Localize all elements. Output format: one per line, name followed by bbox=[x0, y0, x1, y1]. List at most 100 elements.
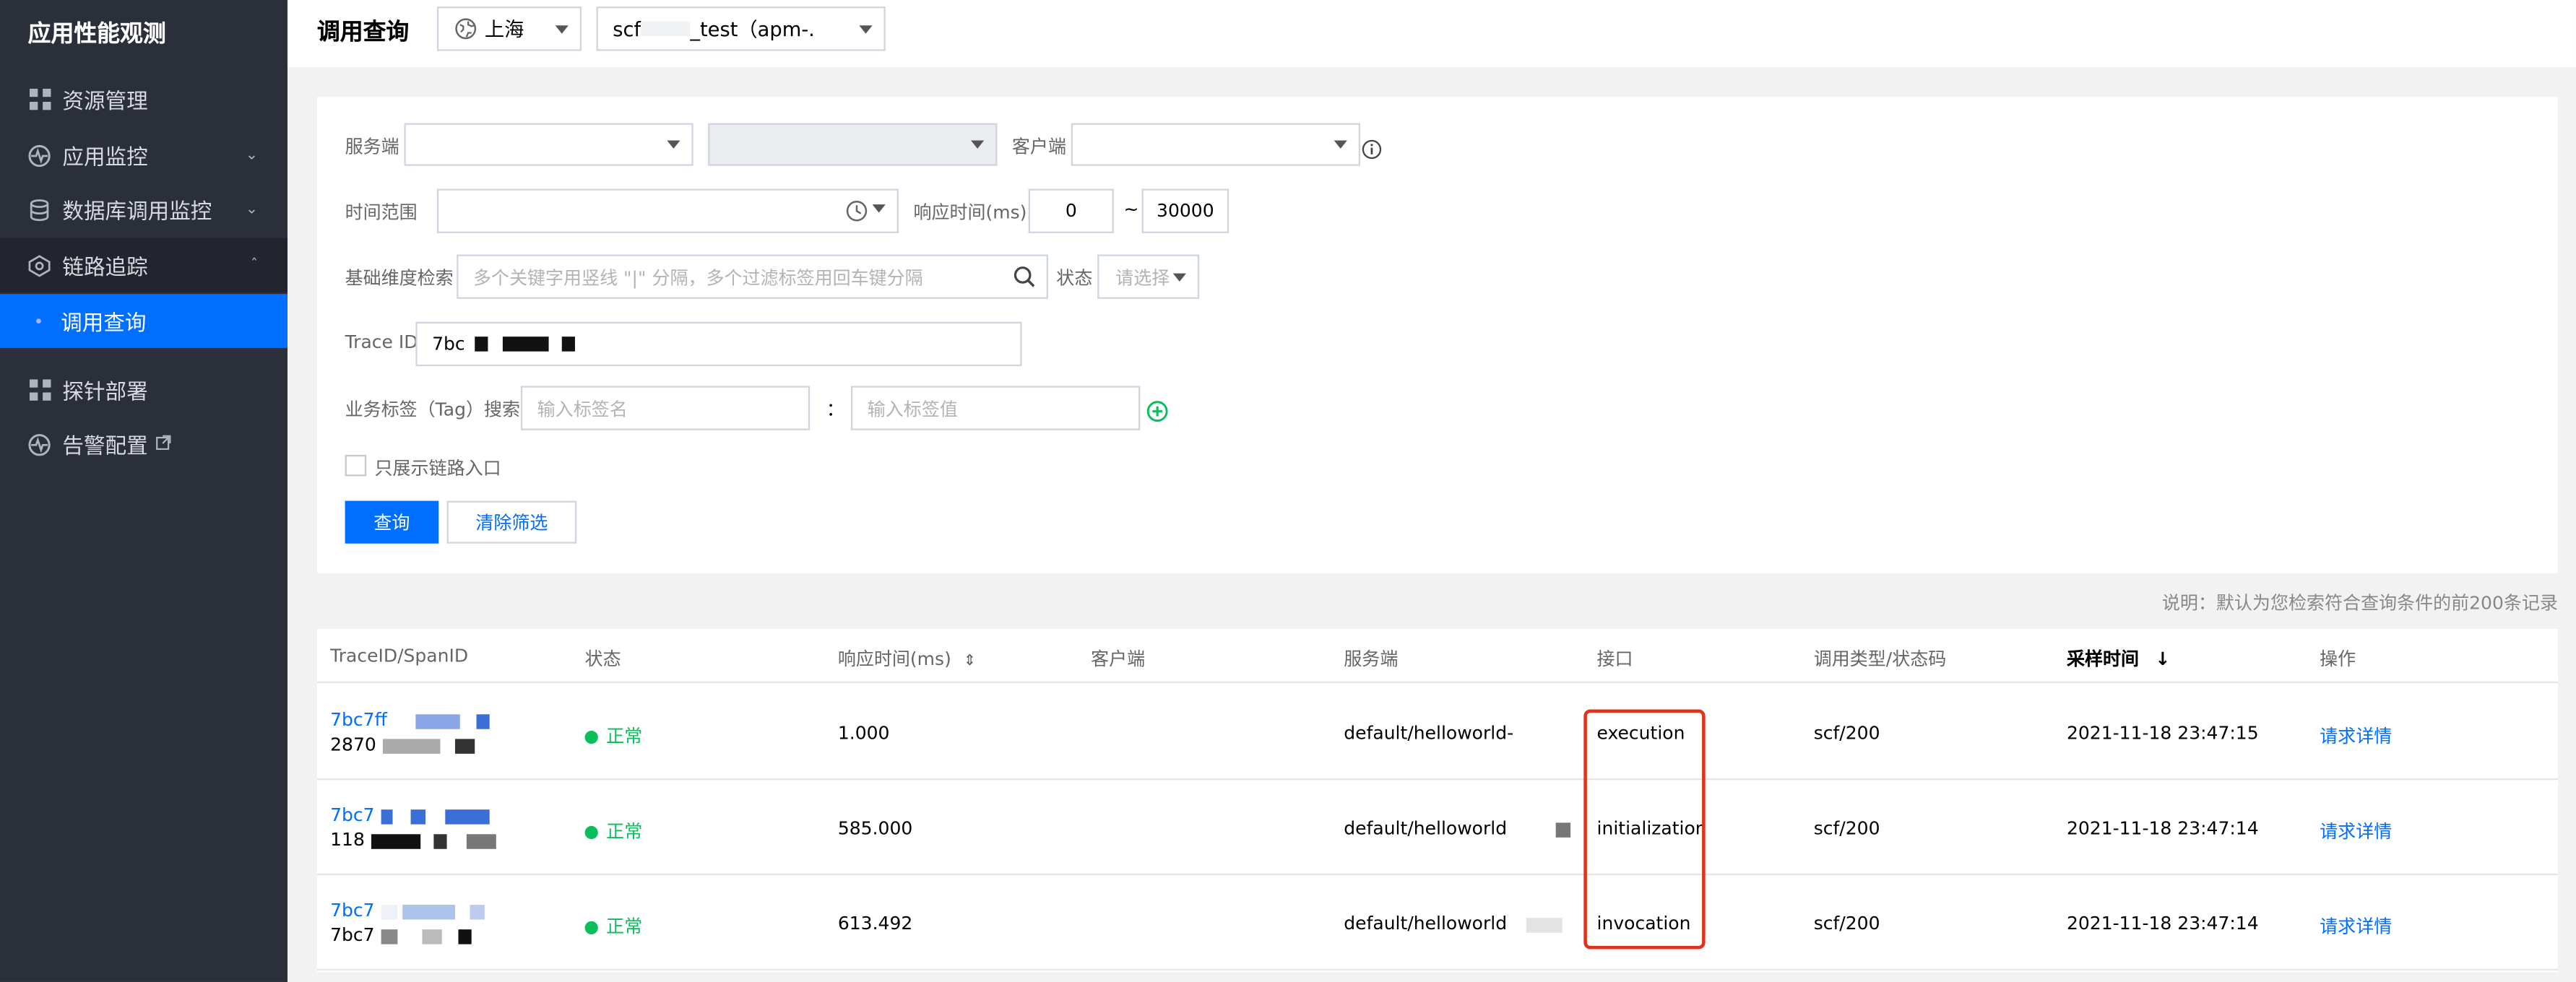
basic-search-placeholder: 多个关键字用竖线 "|" 分隔，多个过滤标签用回车键分隔 bbox=[472, 266, 923, 289]
col-actions: 操作 bbox=[2320, 648, 2356, 670]
time-range-picker[interactable] bbox=[436, 188, 899, 233]
basic-search-label: 基础维度检索 bbox=[345, 267, 454, 290]
redacted-block bbox=[457, 929, 471, 944]
globe-icon bbox=[455, 18, 477, 40]
search-icon[interactable] bbox=[1013, 266, 1035, 292]
col-response-time[interactable]: 响应时间(ms) ⇕ bbox=[838, 646, 976, 672]
status-dot-icon bbox=[584, 825, 598, 840]
status-badge: 正常 bbox=[584, 723, 642, 749]
sidebar-item-label: 应用监控 bbox=[62, 146, 148, 171]
redacted-block bbox=[422, 929, 442, 944]
clock-icon bbox=[846, 200, 868, 226]
trace-id-value: 7bc bbox=[432, 333, 465, 355]
query-button[interactable]: 查询 bbox=[345, 500, 439, 544]
grid-icon bbox=[28, 88, 51, 111]
info-icon[interactable] bbox=[1362, 134, 1382, 165]
span-id: 118 bbox=[330, 829, 496, 851]
results-table: TraceID/SpanID 状态 响应时间(ms) ⇕ 客户端 服务端 接口 … bbox=[316, 629, 2558, 973]
trace-icon bbox=[28, 253, 51, 277]
trace-id-link[interactable]: 7bc7 bbox=[330, 804, 489, 826]
redacted-block bbox=[415, 713, 459, 729]
redacted-block bbox=[370, 833, 420, 848]
redacted-block bbox=[465, 833, 496, 848]
instance-value-suffix: _test（apm-. bbox=[690, 18, 815, 41]
col-call-type: 调用类型/状态码 bbox=[1813, 648, 1947, 670]
status-select[interactable]: 请选择 bbox=[1097, 254, 1200, 299]
request-detail-link[interactable]: 请求详情 bbox=[2320, 913, 2392, 939]
server-label: 服务端 bbox=[345, 136, 399, 158]
response-time-value: 613.492 bbox=[837, 913, 913, 935]
server-select[interactable] bbox=[404, 123, 693, 166]
col-status: 状态 bbox=[584, 648, 621, 670]
pulse-icon bbox=[28, 144, 51, 167]
trace-id-label: Trace ID bbox=[345, 331, 418, 353]
tag-colon: ： bbox=[826, 399, 844, 421]
redacted-block bbox=[444, 809, 489, 824]
sample-time-value: 2021-11-18 23:47:14 bbox=[2066, 913, 2259, 935]
entry-only-checkbox[interactable] bbox=[345, 454, 367, 477]
tag-key-input[interactable]: 输入标签名 bbox=[520, 386, 811, 430]
sidebar-item-label: 调用查询 bbox=[61, 312, 147, 337]
filter-panel: 服务端 客户端 时间范围 响应时间(ms) 0 ~ 30000 基础维度检索 多… bbox=[316, 97, 2558, 573]
page-header: 调用查询 上海 scf _test（apm-. bbox=[287, 0, 2576, 68]
sidebar-item-resources[interactable]: 资源管理 bbox=[0, 72, 288, 126]
chevron-down-icon: ⌄ bbox=[245, 201, 259, 218]
col-sample-time[interactable]: 采样时间 ↓ bbox=[2067, 646, 2170, 672]
sort-desc-icon[interactable]: ↓ bbox=[2155, 648, 2170, 670]
response-time-label: 响应时间(ms) bbox=[913, 201, 1027, 224]
interface-value: initialization bbox=[1596, 817, 1707, 840]
sidebar-item-app-monitor[interactable]: 应用监控 ⌄ bbox=[0, 128, 288, 182]
trace-id-link[interactable]: 7bc7 bbox=[330, 900, 484, 921]
region-value: 上海 bbox=[484, 18, 524, 41]
server-instance-select[interactable] bbox=[708, 123, 998, 166]
instance-value-prefix: scf bbox=[613, 17, 641, 40]
request-detail-link[interactable]: 请求详情 bbox=[2320, 818, 2392, 844]
client-select[interactable] bbox=[1071, 123, 1361, 166]
interface-value: invocation bbox=[1596, 913, 1691, 935]
sort-icon[interactable]: ⇕ bbox=[964, 653, 976, 670]
region-select[interactable]: 上海 bbox=[436, 6, 582, 51]
table-header: TraceID/SpanID 状态 响应时间(ms) ⇕ 客户端 服务端 接口 … bbox=[316, 629, 2558, 684]
sidebar-item-tracing[interactable]: 链路追踪 ˆ bbox=[0, 238, 288, 292]
status-badge: 正常 bbox=[584, 818, 642, 844]
tag-value-input[interactable]: 输入标签值 bbox=[851, 386, 1141, 430]
span-id: 7bc7 bbox=[330, 924, 471, 946]
redacted-block bbox=[380, 809, 392, 824]
sidebar-item-label: 数据库调用监控 bbox=[62, 200, 212, 225]
add-tag-icon[interactable] bbox=[1146, 397, 1168, 428]
col-server: 服务端 bbox=[1344, 648, 1399, 670]
response-time-min-input[interactable]: 0 bbox=[1028, 188, 1114, 233]
chevron-down-icon: ⌄ bbox=[245, 147, 259, 164]
trace-id-link[interactable]: 7bc7ff bbox=[330, 709, 490, 731]
col-sample-time-label: 采样时间 bbox=[2066, 648, 2140, 670]
status-placeholder: 请选择 bbox=[1115, 266, 1170, 289]
range-separator: ~ bbox=[1123, 199, 1139, 220]
redacted-block bbox=[381, 738, 440, 753]
request-detail-link[interactable]: 请求详情 bbox=[2320, 723, 2392, 749]
sidebar-item-label: 探针部署 bbox=[62, 381, 148, 406]
status-label: 状态 bbox=[1056, 267, 1093, 290]
instance-select[interactable]: scf _test（apm-. bbox=[596, 6, 886, 51]
col-response-time-label: 响应时间(ms) bbox=[837, 648, 951, 670]
trace-id-input[interactable]: 7bc bbox=[415, 321, 1022, 367]
redacted-block bbox=[502, 336, 549, 352]
sidebar-item-probe[interactable]: 探针部署 bbox=[0, 363, 288, 417]
sidebar-item-call-query[interactable]: 调用查询 bbox=[0, 294, 288, 349]
caret-down-icon bbox=[859, 25, 873, 33]
table-row: 7bc7ff 2870 正常 1.000 default/helloworld-… bbox=[316, 685, 2558, 781]
sidebar-item-db-monitor[interactable]: 数据库调用监控 ⌄ bbox=[0, 182, 288, 236]
redacted-block bbox=[392, 713, 410, 729]
response-time-value: 1.000 bbox=[837, 722, 890, 744]
caret-down-icon bbox=[971, 140, 985, 149]
sidebar-item-label: 告警配置 bbox=[62, 435, 148, 460]
server-value: default/helloworld bbox=[1344, 818, 1570, 839]
caret-down-icon bbox=[1172, 272, 1186, 281]
redacted-block bbox=[380, 903, 397, 919]
call-type-value: scf/200 bbox=[1813, 722, 1880, 744]
sidebar-item-alarm[interactable]: 告警配置 bbox=[0, 417, 288, 472]
call-type-value: scf/200 bbox=[1813, 913, 1880, 935]
span-id: 2870 bbox=[330, 734, 475, 755]
response-time-max-input[interactable]: 30000 bbox=[1141, 188, 1229, 233]
clear-filter-button[interactable]: 清除筛选 bbox=[446, 500, 577, 544]
basic-search-input[interactable]: 多个关键字用竖线 "|" 分隔，多个过滤标签用回车键分隔 bbox=[457, 254, 1048, 299]
